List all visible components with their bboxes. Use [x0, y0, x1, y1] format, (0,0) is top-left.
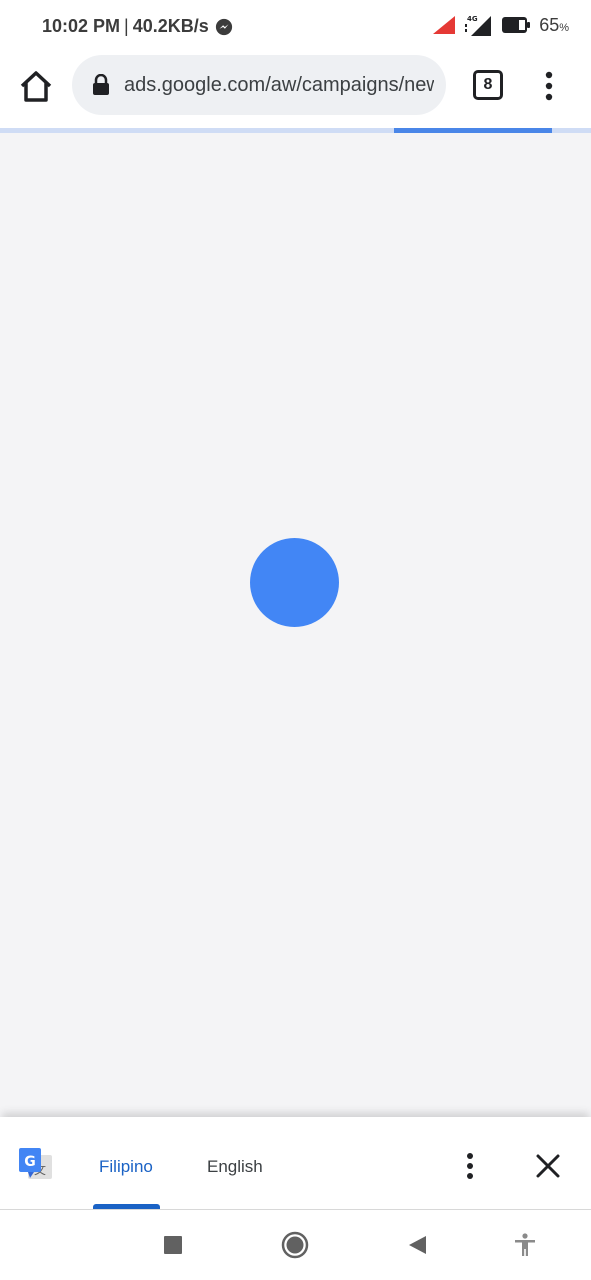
accessibility-icon: [515, 1233, 535, 1256]
no-sim-signal-icon: [433, 16, 456, 34]
lock-icon: [93, 74, 109, 95]
url-text: ads.google.com/aw/campaigns/new: [124, 73, 434, 96]
web-content: [0, 133, 591, 1117]
network-type-label: 4G: [467, 15, 478, 23]
browser-toolbar: ads.google.com/aw/campaigns/new 8: [0, 52, 591, 128]
translate-more-vert-icon[interactable]: [460, 1151, 480, 1181]
close-icon[interactable]: [535, 1153, 561, 1179]
translate-bar: 文 G Filipino English: [0, 1117, 591, 1210]
clock: 10:02 PM: [42, 16, 121, 36]
battery-value: 65: [539, 14, 560, 35]
cell-signal-icon: 4G: [465, 15, 492, 36]
selected-tab-indicator: [93, 1204, 160, 1209]
tab-switcher-button[interactable]: 8: [473, 70, 503, 100]
system-nav-bar: [0, 1210, 591, 1280]
url-bar[interactable]: ads.google.com/aw/campaigns/new: [72, 55, 446, 115]
status-separator: |: [124, 16, 129, 36]
back-button[interactable]: [402, 1230, 432, 1260]
status-left: 10:02 PM | 40.2KB/s: [42, 16, 233, 37]
messenger-icon: [215, 18, 232, 35]
svg-text:G: G: [24, 1154, 36, 1170]
google-translate-icon: 文 G: [19, 1148, 52, 1179]
back-triangle-icon: [409, 1236, 426, 1254]
tab-target-language[interactable]: English: [207, 1157, 263, 1177]
accessibility-button[interactable]: [510, 1230, 540, 1260]
tab-source-language[interactable]: Filipino: [99, 1157, 153, 1177]
battery-unit: %: [559, 21, 569, 34]
home-nav-button[interactable]: [280, 1230, 310, 1260]
status-bar: 10:02 PM | 40.2KB/s 4G 65%: [0, 0, 591, 52]
more-vert-icon[interactable]: [537, 70, 561, 102]
net-speed: 40.2KB/s: [132, 16, 209, 36]
battery-percent: 65%: [539, 15, 569, 36]
square-icon: [164, 1236, 182, 1254]
recents-button[interactable]: [158, 1230, 188, 1260]
status-right: 4G 65%: [433, 14, 569, 36]
circle-icon: [281, 1231, 309, 1259]
loading-spinner: [250, 538, 339, 627]
home-icon[interactable]: [18, 68, 54, 104]
battery-icon: [502, 17, 531, 33]
